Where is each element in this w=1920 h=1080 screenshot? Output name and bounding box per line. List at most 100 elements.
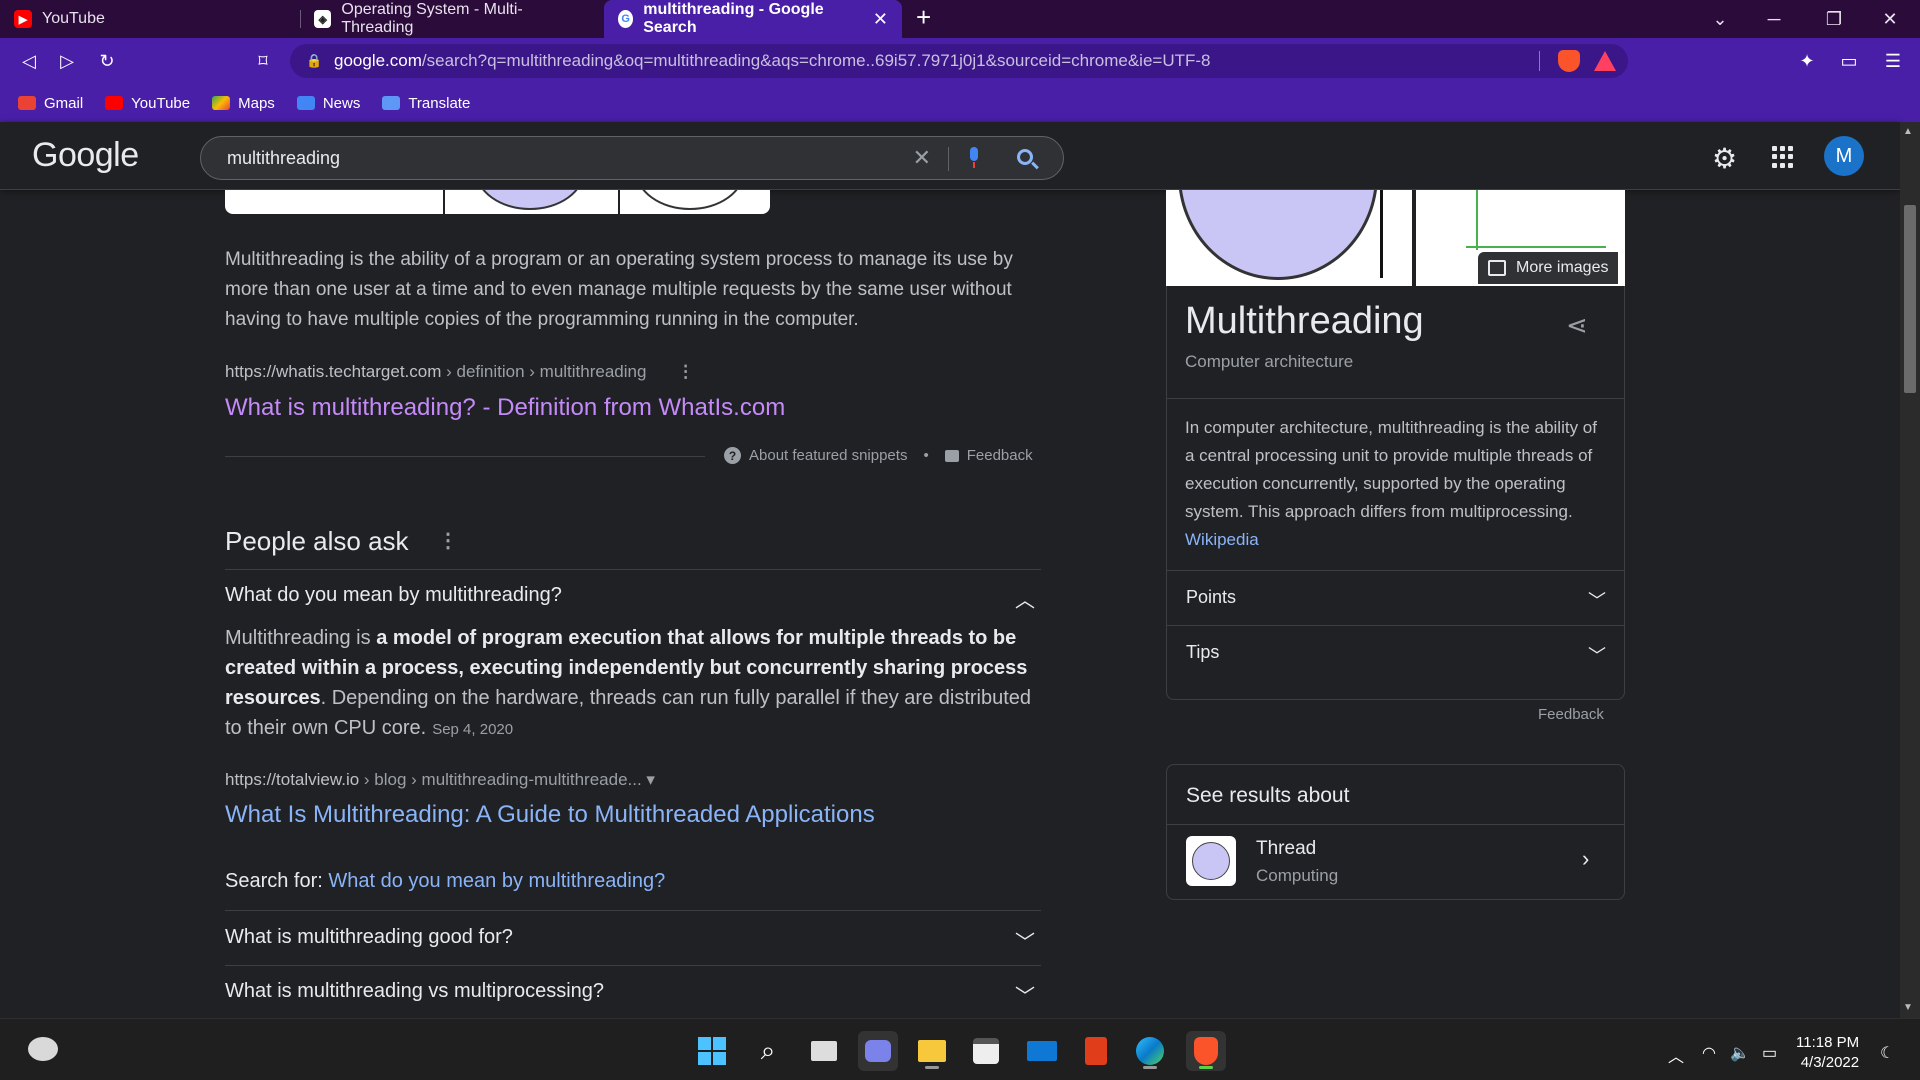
tab-os-multithreading[interactable]: ◈ Operating System - Multi-Threading xyxy=(300,0,600,38)
thread-thumbnail[interactable] xyxy=(1186,836,1236,886)
search-box[interactable]: multithreading ✕ xyxy=(200,136,1064,180)
avatar[interactable]: M xyxy=(1824,136,1864,176)
translate-icon xyxy=(382,96,401,110)
google-logo[interactable]: Google xyxy=(32,136,139,175)
knowledge-panel-description: In computer architecture, multithreading… xyxy=(1185,418,1597,549)
search-for-link[interactable]: What do you mean by multithreading? xyxy=(328,870,665,892)
cite-host: https://totalview.io xyxy=(225,770,360,789)
image-icon xyxy=(1488,260,1506,276)
teams-chat-icon[interactable] xyxy=(858,1031,898,1071)
scroll-up-arrow-icon[interactable]: ▲ xyxy=(1903,126,1913,137)
volume-icon[interactable]: 🔈 xyxy=(1730,1043,1750,1063)
mail-icon[interactable] xyxy=(1022,1031,1062,1071)
divider xyxy=(225,569,1041,570)
feedback-link[interactable]: Feedback xyxy=(1538,706,1604,723)
bookmark-label: News xyxy=(322,94,361,112)
tab-search-chevron-icon[interactable]: ⌄ xyxy=(1692,0,1748,38)
paa-question-1[interactable]: What do you mean by multithreading? ︿ xyxy=(225,584,1041,612)
close-window-button[interactable]: ✕ xyxy=(1862,0,1918,38)
divider xyxy=(1166,398,1625,399)
scroll-down-arrow-icon[interactable]: ▼ xyxy=(1903,1002,1913,1013)
share-icon[interactable]: ⋖ xyxy=(1566,310,1588,341)
search-icon[interactable]: ⌕ xyxy=(748,1031,788,1071)
bookmark-news[interactable]: News xyxy=(296,94,361,112)
bookmark-label: Maps xyxy=(238,94,275,112)
start-button[interactable] xyxy=(692,1031,732,1071)
toolbar: ◁ ▷ ↻ ⌑ 🔒 google.com/search?q=multithrea… xyxy=(0,38,1920,84)
divider xyxy=(1166,625,1625,626)
battery-icon[interactable]: ▭ xyxy=(1762,1043,1777,1063)
task-view-icon[interactable] xyxy=(804,1031,844,1071)
bookmark-icon[interactable]: ⌑ xyxy=(246,38,280,84)
row-label: Tips xyxy=(1186,642,1220,662)
forward-button[interactable]: ▷ xyxy=(50,38,84,84)
feedback-link[interactable]: Feedback xyxy=(967,447,1033,464)
new-tab-button[interactable]: + xyxy=(916,2,931,33)
knowledge-panel-title: Multithreading xyxy=(1185,300,1424,342)
tab-youtube[interactable]: ▶ YouTube xyxy=(0,0,300,38)
address-bar[interactable]: 🔒 google.com/search?q=multithreading&oq=… xyxy=(290,44,1628,78)
brave-browser-icon[interactable] xyxy=(1186,1031,1226,1071)
tab-google-search[interactable]: G multithreading - Google Search ✕ xyxy=(604,0,902,38)
paa-answer: Multithreading is a model of program exe… xyxy=(225,627,1032,739)
close-icon[interactable]: ✕ xyxy=(873,9,888,30)
bookmark-gmail[interactable]: Gmail xyxy=(18,95,83,112)
wikipedia-link[interactable]: Wikipedia xyxy=(1185,530,1259,549)
scrollbar-thumb[interactable] xyxy=(1904,205,1916,393)
wallet-icon[interactable]: ▭ xyxy=(1832,38,1866,84)
cite-path[interactable]: › blog › multithreading-multithreade... … xyxy=(359,770,655,789)
minimize-button[interactable]: ─ xyxy=(1746,0,1802,38)
search-input[interactable]: multithreading xyxy=(227,148,340,169)
search-icon[interactable] xyxy=(1017,149,1033,165)
row-label: Points xyxy=(1186,587,1237,607)
restore-button[interactable]: ❐ xyxy=(1806,0,1862,38)
microphone-icon[interactable] xyxy=(967,147,981,169)
result-cite: https://whatis.techtarget.com › definiti… xyxy=(225,362,694,382)
gmail-icon xyxy=(18,96,36,110)
more-images-button[interactable]: More images xyxy=(1478,252,1619,284)
microsoft-store-icon[interactable] xyxy=(966,1031,1006,1071)
bookmark-translate[interactable]: Translate xyxy=(382,95,470,112)
paa-result-link[interactable]: What Is Multithreading: A Guide to Multi… xyxy=(225,801,875,829)
kp-row-points[interactable]: Points ﹀ xyxy=(1186,587,1606,611)
edge-icon[interactable] xyxy=(1130,1031,1170,1071)
divider xyxy=(1166,824,1625,825)
entity-name[interactable]: Thread xyxy=(1256,838,1316,860)
settings-gear-icon[interactable]: ⚙ xyxy=(1712,142,1737,175)
about-featured-snippets-link[interactable]: About featured snippets xyxy=(749,447,907,464)
clock[interactable]: 11:18 PM 4/3/2022 xyxy=(1796,1033,1859,1073)
file-explorer-icon[interactable] xyxy=(912,1031,952,1071)
bookmarks-bar: Gmail YouTube Maps News Translate xyxy=(0,84,1920,122)
clear-icon[interactable]: ✕ xyxy=(913,145,931,171)
show-hidden-icons-chevron-icon[interactable]: ︿ xyxy=(1668,1043,1684,1067)
kp-row-tips[interactable]: Tips ﹀ xyxy=(1186,642,1606,666)
question-text: What do you mean by multithreading? xyxy=(225,584,562,606)
paa-question-2[interactable]: What is multithreading good for? ﹀ xyxy=(225,926,1041,954)
bookmark-maps[interactable]: Maps xyxy=(212,95,275,112)
back-button[interactable]: ◁ xyxy=(12,38,46,84)
more-options-icon[interactable]: ⋮ xyxy=(438,528,458,553)
apps-grid-icon[interactable] xyxy=(1772,146,1794,168)
paa-question-3[interactable]: What is multithreading vs multiprocessin… xyxy=(225,980,1041,1008)
entity-category: Computing xyxy=(1256,866,1339,885)
weather-icon[interactable] xyxy=(28,1037,58,1061)
reload-button[interactable]: ↻ xyxy=(90,38,124,84)
extensions-icon[interactable]: ✦ xyxy=(1790,38,1824,84)
maps-icon xyxy=(212,96,231,110)
brave-shields-icon[interactable] xyxy=(1558,50,1580,72)
site-icon: ◈ xyxy=(314,10,332,28)
notifications-moon-icon[interactable]: ☾ xyxy=(1880,1043,1894,1063)
office-icon[interactable] xyxy=(1076,1031,1116,1071)
menu-icon[interactable]: ☰ xyxy=(1876,38,1910,84)
divider xyxy=(948,147,949,171)
featured-result-link[interactable]: What is multithreading? - Definition fro… xyxy=(225,394,785,422)
see-results-heading: See results about xyxy=(1186,784,1350,807)
featured-snippet-image[interactable] xyxy=(225,190,770,214)
chevron-right-icon[interactable]: › xyxy=(1582,846,1589,872)
chevron-down-icon: ﹀ xyxy=(1015,986,1035,1008)
bookmark-youtube[interactable]: YouTube xyxy=(105,95,190,112)
wifi-icon[interactable]: ◠ xyxy=(1702,1043,1716,1063)
brave-rewards-icon[interactable] xyxy=(1594,51,1616,71)
more-options-icon[interactable]: ⋮ xyxy=(677,362,694,382)
search-for-row: Search for: What do you mean by multithr… xyxy=(225,870,666,892)
